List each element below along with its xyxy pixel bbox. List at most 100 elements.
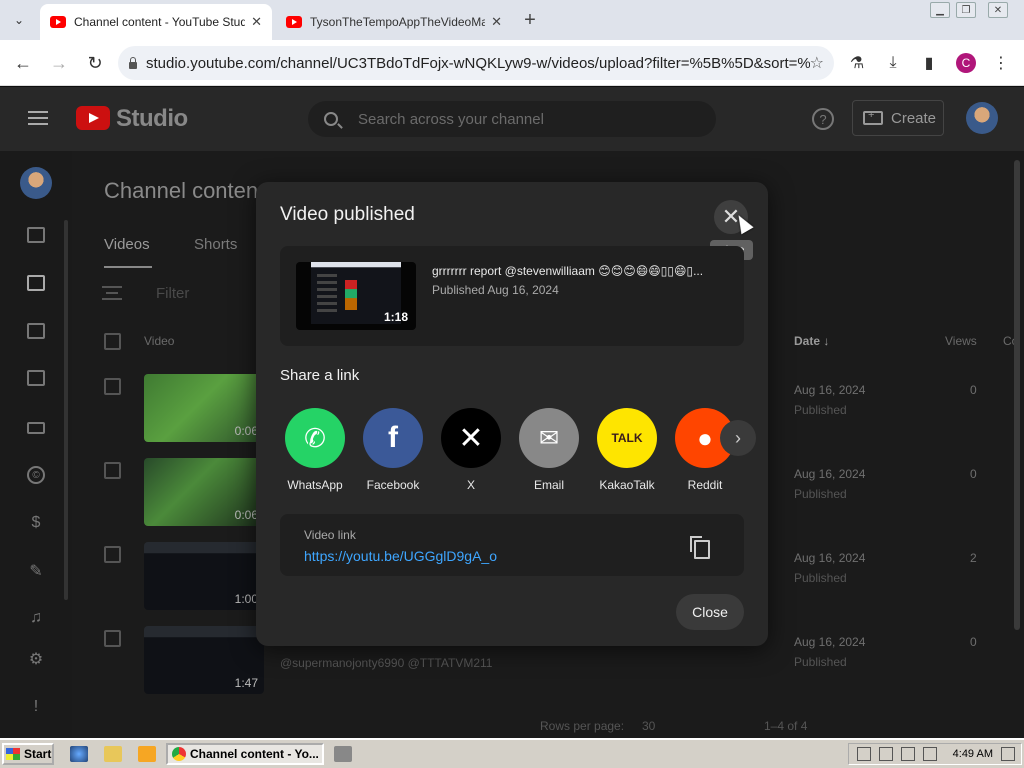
filter-input[interactable]: Filter bbox=[156, 285, 189, 302]
minimize-icon[interactable]: ▁ bbox=[930, 2, 950, 18]
video-camera-plus-icon bbox=[863, 109, 883, 125]
channel-avatar[interactable] bbox=[20, 167, 52, 199]
analytics-icon[interactable] bbox=[26, 321, 46, 341]
hamburger-menu-icon[interactable] bbox=[28, 111, 48, 125]
row-views: 0 bbox=[970, 635, 977, 649]
row-checkbox[interactable] bbox=[104, 546, 121, 563]
start-button[interactable]: Start bbox=[2, 743, 54, 765]
tab-search-button[interactable]: ⌄ bbox=[6, 8, 32, 32]
video-thumbnail[interactable]: 0:06 bbox=[144, 374, 264, 442]
profile-avatar[interactable]: C bbox=[956, 53, 976, 73]
active-tab-underline bbox=[104, 266, 152, 268]
email-envelope-icon: ✉ bbox=[519, 408, 579, 468]
feedback-icon[interactable]: ! bbox=[26, 697, 46, 717]
page-scrollbar[interactable] bbox=[1014, 160, 1020, 630]
column-date[interactable]: Date ↓ bbox=[794, 334, 829, 348]
tab-shorts[interactable]: Shorts bbox=[194, 236, 237, 253]
tray-expand-icon[interactable] bbox=[857, 747, 871, 761]
share-label: WhatsApp bbox=[287, 478, 343, 492]
video-thumbnail[interactable]: 0:06 bbox=[144, 458, 264, 526]
audio-library-icon[interactable]: ♫ bbox=[26, 608, 46, 628]
youtube-favicon-icon bbox=[50, 16, 66, 28]
subtitles-icon[interactable] bbox=[26, 418, 46, 438]
video-link-url[interactable]: https://youtu.be/UGGglD9gA_o bbox=[304, 548, 497, 564]
row-checkbox[interactable] bbox=[104, 630, 121, 647]
system-tray: 4:49 AM bbox=[848, 743, 1022, 765]
help-icon[interactable]: ? bbox=[812, 108, 834, 130]
content-icon[interactable] bbox=[26, 273, 46, 293]
published-video-card: 1:18 grrrrrrr report @stevenwilliaam 😊😊😊… bbox=[280, 246, 744, 346]
share-label: Facebook bbox=[366, 478, 420, 492]
browser-tab-studio[interactable]: Channel content - YouTube Studio ✕ bbox=[40, 4, 272, 40]
app-tray-icon[interactable] bbox=[334, 746, 352, 762]
back-icon[interactable]: ← bbox=[12, 52, 34, 74]
lock-icon[interactable] bbox=[128, 57, 138, 69]
folder-icon[interactable] bbox=[104, 746, 122, 762]
tab-close-icon[interactable]: ✕ bbox=[251, 14, 262, 30]
ie-icon[interactable] bbox=[70, 746, 88, 762]
browser-tab-tyson[interactable]: TysonTheTempoAppTheVideoMake ✕ bbox=[276, 4, 512, 40]
close-button[interactable]: Close bbox=[676, 594, 744, 630]
new-tab-button[interactable]: + bbox=[518, 8, 542, 32]
share-kakaotalk[interactable]: TALK KakaoTalk bbox=[588, 408, 666, 492]
dashboard-icon[interactable] bbox=[26, 225, 46, 245]
tab-videos[interactable]: Videos bbox=[104, 236, 150, 253]
bookmark-star-icon[interactable]: ☆ bbox=[810, 53, 824, 73]
tab-close-icon[interactable]: ✕ bbox=[491, 14, 502, 30]
comments-icon[interactable] bbox=[26, 368, 46, 388]
video-link-label: Video link bbox=[304, 528, 356, 542]
search-input[interactable] bbox=[358, 110, 678, 128]
share-facebook[interactable]: f Facebook bbox=[354, 408, 432, 492]
address-bar[interactable]: studio.youtube.com/channel/UC3TBdoTdFojx… bbox=[118, 46, 834, 80]
duration: 1:00 bbox=[234, 592, 258, 606]
tray-flag-icon[interactable] bbox=[879, 747, 893, 761]
tray-monitor-icon[interactable] bbox=[1001, 747, 1015, 761]
filter-icon[interactable] bbox=[102, 286, 122, 300]
window-close-icon[interactable]: ✕ bbox=[988, 2, 1008, 18]
studio-logo-text[interactable]: Studio bbox=[116, 105, 188, 133]
sidebar-scrollbar[interactable] bbox=[64, 220, 68, 600]
x-logo-icon: ✕ bbox=[441, 408, 501, 468]
row-checkbox[interactable] bbox=[104, 378, 121, 395]
select-all-checkbox[interactable] bbox=[104, 333, 121, 350]
chevron-right-icon[interactable]: › bbox=[720, 420, 756, 456]
forward-icon[interactable]: → bbox=[48, 52, 70, 74]
labs-flask-icon[interactable]: ⚗ bbox=[846, 52, 868, 74]
side-panel-icon[interactable]: ▮ bbox=[918, 52, 940, 74]
tray-network-icon[interactable] bbox=[901, 747, 915, 761]
start-label: Start bbox=[24, 747, 52, 761]
rows-per-page-select[interactable]: 30 bbox=[642, 719, 655, 733]
reload-icon[interactable]: ↻ bbox=[84, 52, 106, 74]
video-thumbnail[interactable]: 1:18 bbox=[296, 262, 416, 330]
share-x[interactable]: ✕ X bbox=[432, 408, 510, 492]
tab-title: Channel content - YouTube Studio bbox=[74, 15, 246, 29]
media-player-icon[interactable] bbox=[138, 746, 156, 762]
channel-search[interactable] bbox=[308, 101, 716, 137]
download-icon[interactable]: ⤓ bbox=[882, 52, 904, 74]
row-checkbox[interactable] bbox=[104, 462, 121, 479]
duration: 1:18 bbox=[383, 310, 408, 324]
dialog-title: Video published bbox=[280, 204, 415, 225]
row-date: Aug 16, 2024 bbox=[794, 635, 866, 649]
menu-kebab-icon[interactable]: ⋮ bbox=[990, 52, 1012, 74]
row-views: 0 bbox=[970, 467, 977, 481]
row-date: Aug 16, 2024 bbox=[794, 383, 866, 397]
kakaotalk-icon: TALK bbox=[597, 408, 657, 468]
share-whatsapp[interactable]: ✆ WhatsApp bbox=[276, 408, 354, 492]
copy-icon[interactable] bbox=[690, 536, 710, 559]
account-avatar[interactable] bbox=[966, 102, 998, 134]
windows-flag-icon bbox=[6, 748, 20, 760]
video-thumbnail[interactable]: 1:00 bbox=[144, 542, 264, 610]
taskbar-window-button[interactable]: Channel content - Yo... bbox=[166, 743, 324, 765]
tray-volume-icon[interactable] bbox=[923, 747, 937, 761]
earn-dollar-icon[interactable]: $ bbox=[26, 513, 46, 533]
create-button[interactable]: Create bbox=[852, 100, 944, 136]
column-views: Views bbox=[945, 334, 977, 348]
youtube-logo-icon[interactable] bbox=[76, 106, 110, 130]
customization-wand-icon[interactable]: ✎ bbox=[26, 561, 46, 581]
video-thumbnail[interactable]: 1:47 bbox=[144, 626, 264, 694]
restore-icon[interactable]: ❐ bbox=[956, 2, 976, 18]
settings-gear-icon[interactable]: ⚙ bbox=[26, 649, 46, 669]
share-email[interactable]: ✉ Email bbox=[510, 408, 588, 492]
copyright-icon[interactable]: © bbox=[26, 465, 46, 485]
